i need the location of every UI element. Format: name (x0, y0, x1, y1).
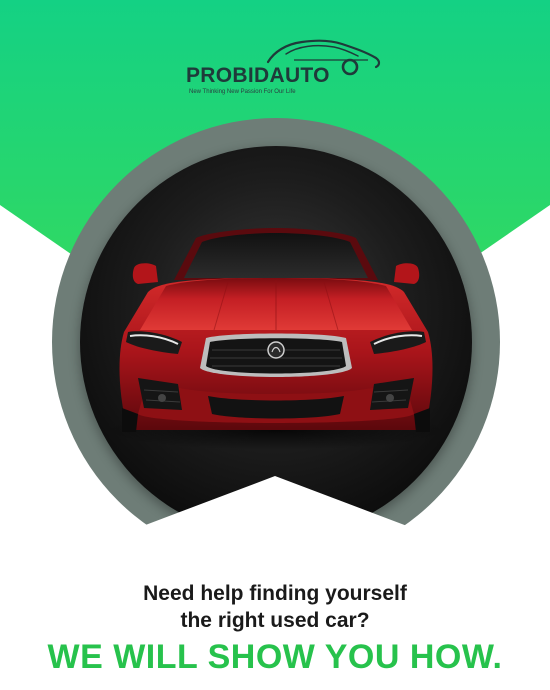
headline-line-2: the right used car? (180, 609, 370, 632)
cta-text: WE WILL SHOW YOU HOW. (47, 638, 503, 676)
brand-tagline: New Thinking New Passion For Our Life (189, 89, 296, 95)
jaguar-emblem-icon (267, 341, 285, 359)
headline-line-1: Need help finding yourself (143, 582, 407, 605)
ad-banner: PROBIDAUTO New Thinking New Passion For … (0, 0, 550, 690)
brand-name: PROBIDAUTO (186, 64, 330, 87)
car-photo (106, 228, 446, 450)
brand-logo[interactable]: PROBIDAUTO New Thinking New Passion For … (186, 34, 386, 98)
